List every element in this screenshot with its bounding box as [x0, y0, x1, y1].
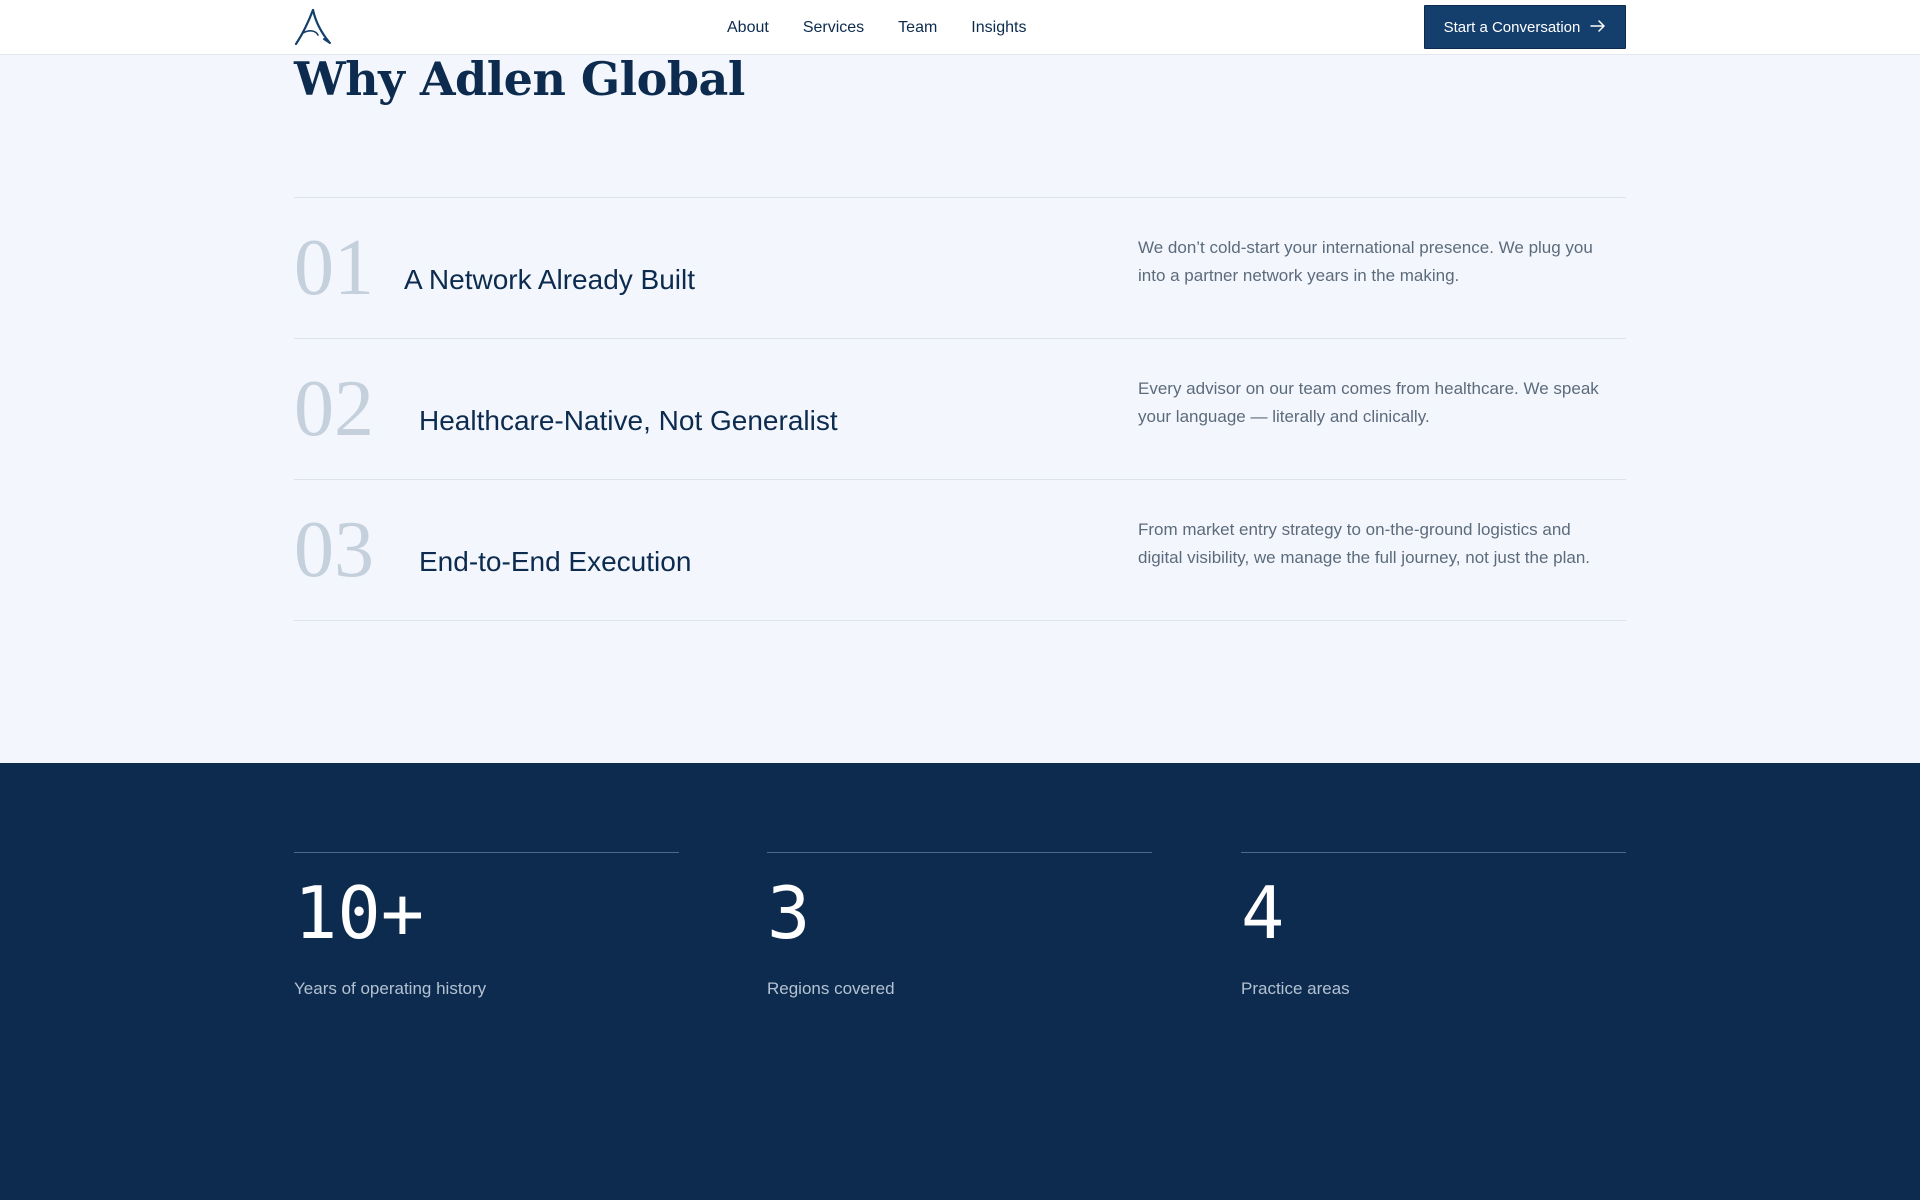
- stat-value: 3: [767, 871, 811, 955]
- reason-item: 03 End-to-End Execution From market entr…: [294, 480, 1626, 621]
- reason-title: End-to-End Execution: [419, 546, 692, 577]
- stat-value: 10+: [294, 871, 425, 955]
- top-navbar: About Services Team Insights Start a Con…: [0, 0, 1920, 55]
- stats-band: 10+ Years of operating history 3 Regions…: [0, 763, 1920, 1200]
- stat-label: Years of operating history: [294, 979, 487, 998]
- reason-item: 02 Healthcare-Native, Not Generalist Eve…: [294, 339, 1626, 480]
- stat-item: 4 Practice areas: [1241, 852, 1626, 999]
- stat-value: 4: [1241, 871, 1285, 955]
- reason-description: Every advisor on our team comes from hea…: [1138, 379, 1599, 426]
- nav-link-about[interactable]: About: [727, 19, 769, 37]
- reason-description: We don’t cold-start your international p…: [1138, 238, 1593, 285]
- reason-title: A Network Already Built: [404, 264, 696, 295]
- main-nav: About Services Team Insights: [727, 0, 1026, 55]
- nav-link-insights[interactable]: Insights: [971, 19, 1026, 37]
- nav-link-team[interactable]: Team: [898, 19, 937, 37]
- stat-label: Regions covered: [767, 979, 895, 998]
- reason-number: 03: [294, 506, 374, 594]
- nav-link-services[interactable]: Services: [803, 19, 864, 37]
- reason-item: 01 A Network Already Built We don’t cold…: [294, 198, 1626, 339]
- stat-item: 10+ Years of operating history: [294, 852, 679, 999]
- start-conversation-button[interactable]: Start a Conversation: [1424, 5, 1626, 49]
- reasons-list: 01 A Network Already Built We don’t cold…: [294, 197, 1626, 621]
- section-title: Why Adlen Global: [294, 52, 745, 106]
- adlen-logo-icon[interactable]: [294, 8, 332, 46]
- reason-title: Healthcare-Native, Not Generalist: [419, 405, 838, 436]
- stat-item: 3 Regions covered: [767, 852, 1152, 999]
- reason-number: 01: [294, 224, 374, 312]
- reason-number: 02: [294, 365, 374, 453]
- stat-label: Practice areas: [1241, 979, 1350, 998]
- arrow-right-icon: [1590, 19, 1606, 36]
- start-conversation-label: Start a Conversation: [1443, 18, 1581, 36]
- reason-description: From market entry strategy to on-the-gro…: [1138, 520, 1591, 567]
